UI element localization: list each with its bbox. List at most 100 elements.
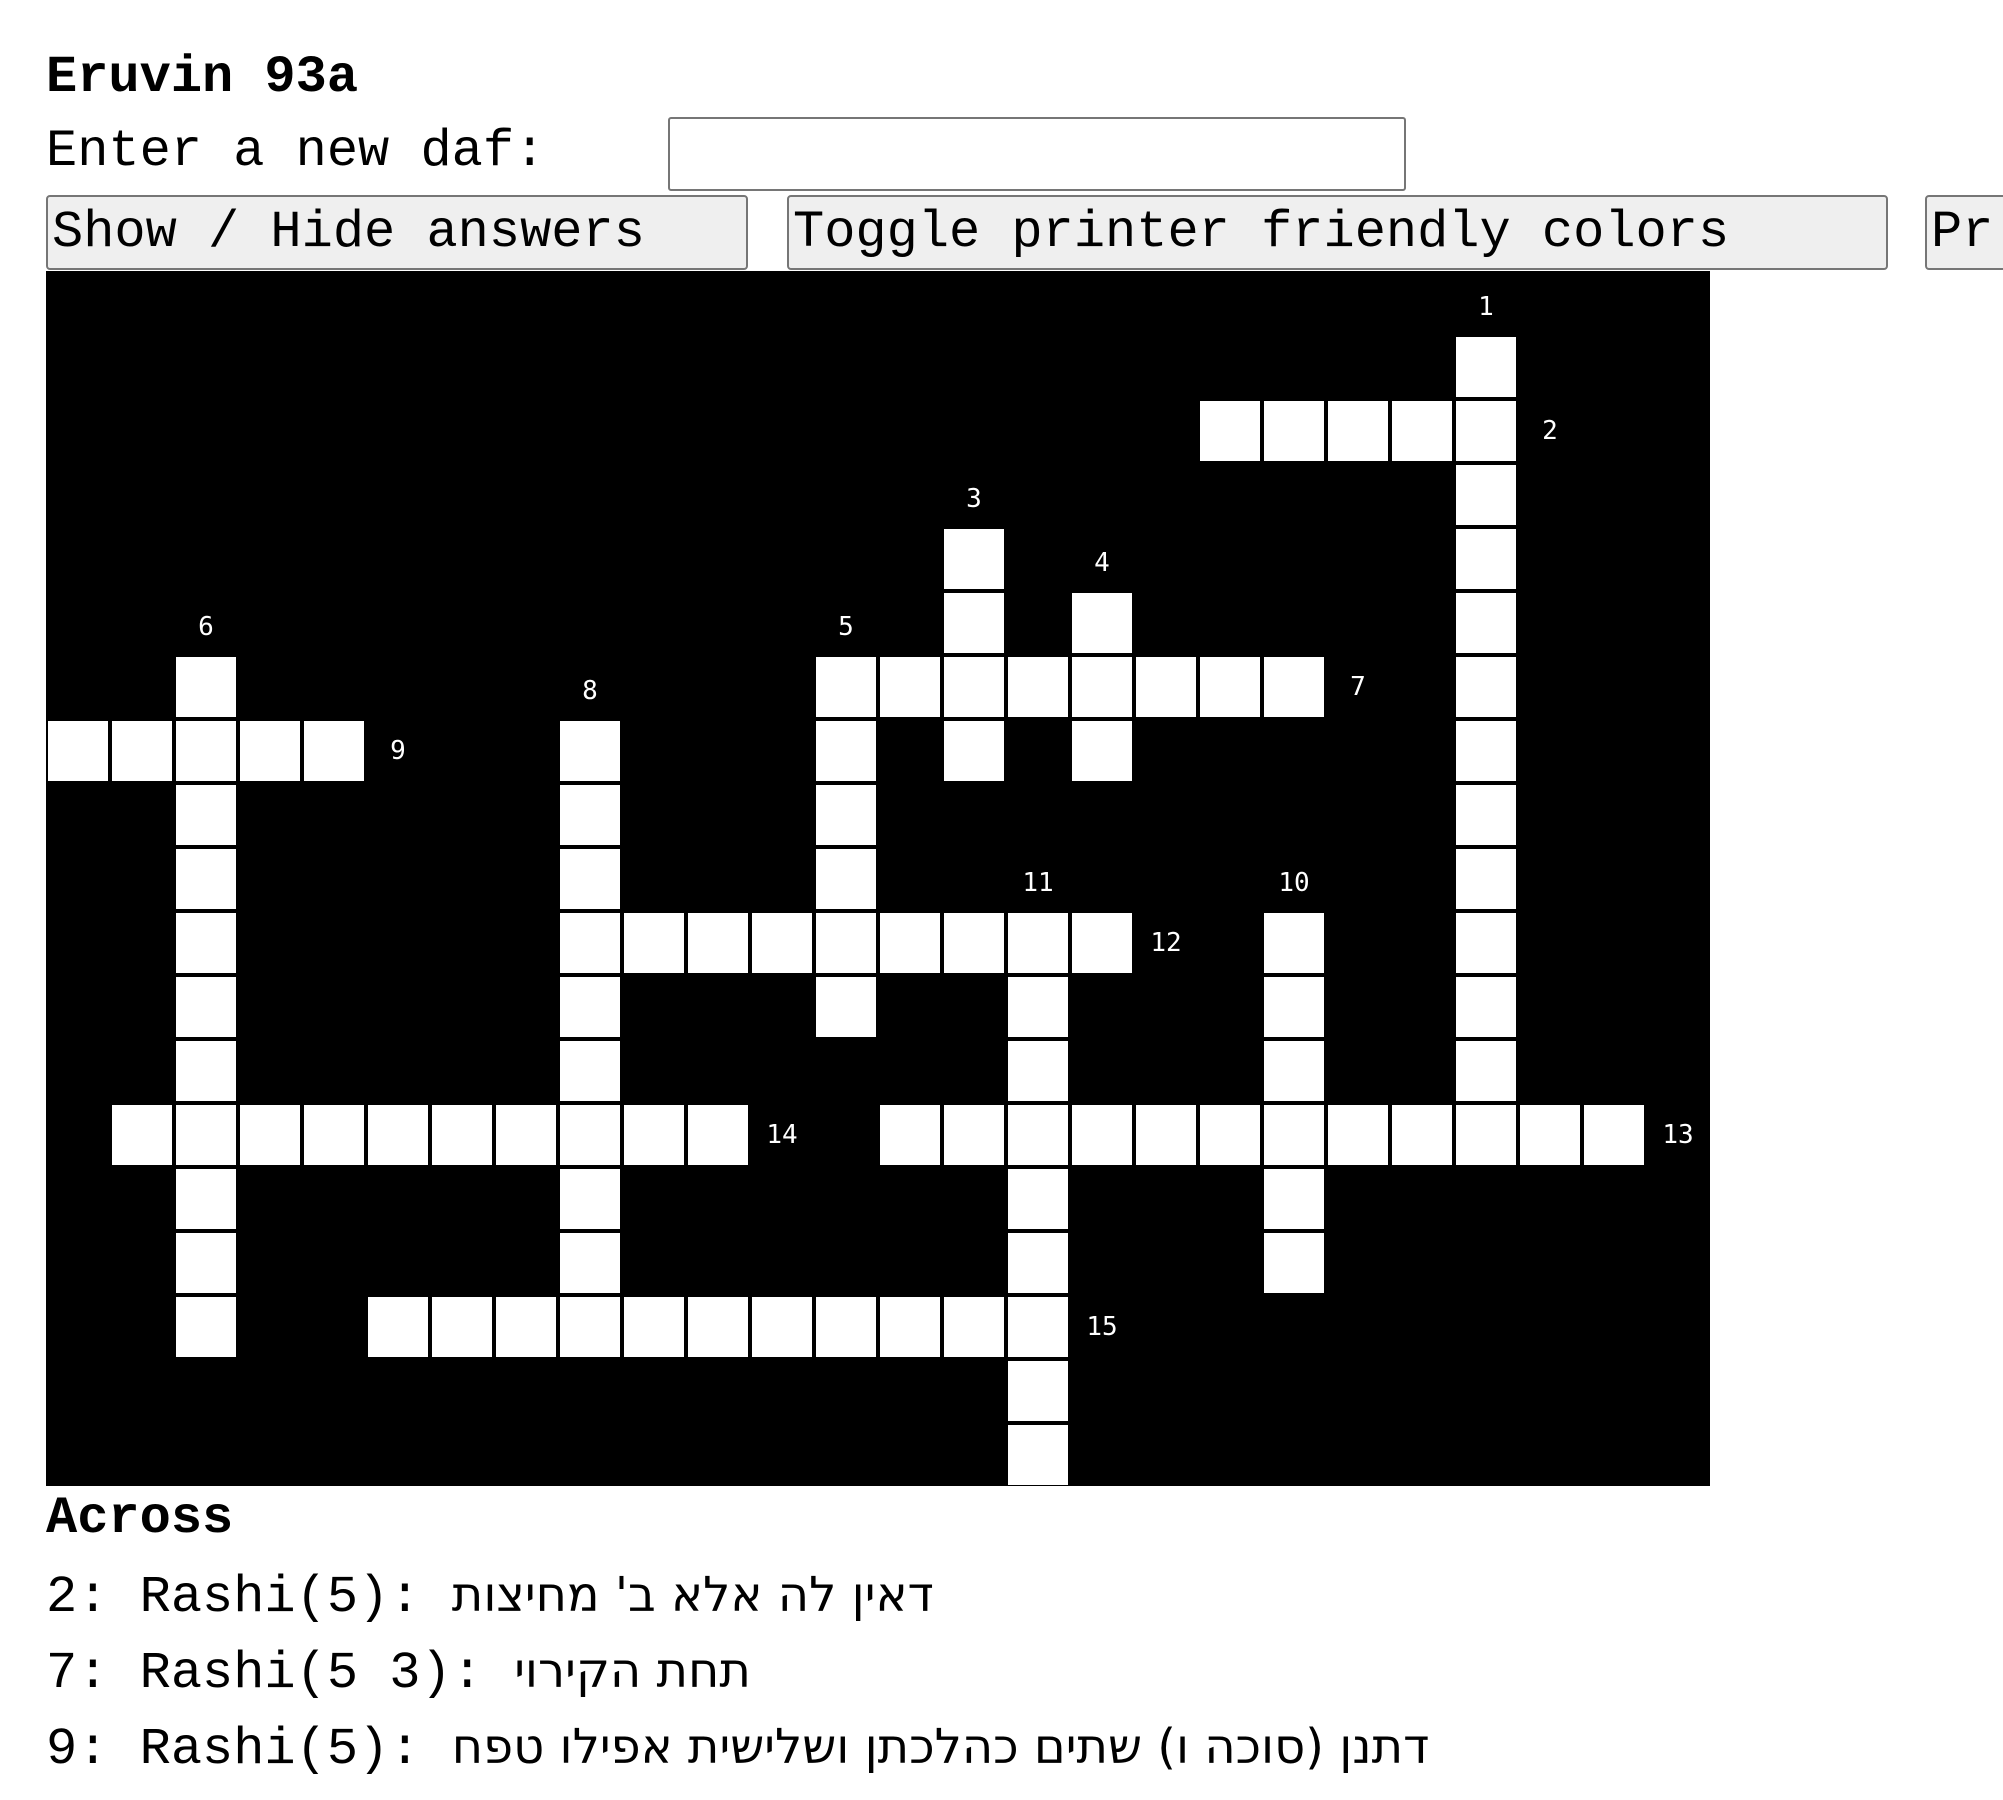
crossword-cell[interactable] [1456, 337, 1516, 397]
crossword-cell[interactable] [880, 1297, 940, 1357]
crossword-cell[interactable] [1264, 1233, 1324, 1293]
crossword-cell[interactable] [1456, 977, 1516, 1037]
crossword-cell[interactable] [432, 1105, 492, 1165]
crossword-cell[interactable] [1456, 529, 1516, 589]
crossword-cell[interactable] [944, 913, 1004, 973]
show-hide-answers-button[interactable]: Show / Hide answers [46, 195, 748, 270]
crossword-cell[interactable] [560, 913, 620, 973]
crossword-cell[interactable] [688, 913, 748, 973]
toggle-printer-colors-button[interactable]: Toggle printer friendly colors [787, 195, 1888, 270]
crossword-cell[interactable] [944, 721, 1004, 781]
crossword-cell[interactable] [1200, 1105, 1260, 1165]
crossword-cell[interactable] [1008, 913, 1068, 973]
crossword-cell[interactable] [944, 657, 1004, 717]
crossword-cell[interactable] [1328, 1105, 1388, 1165]
crossword-cell[interactable] [176, 977, 236, 1037]
daf-input[interactable] [668, 117, 1406, 191]
crossword-cell[interactable] [1264, 1105, 1324, 1165]
crossword-cell[interactable] [1456, 593, 1516, 653]
crossword-cell[interactable] [944, 529, 1004, 589]
crossword-cell[interactable] [560, 721, 620, 781]
crossword-cell[interactable] [1008, 657, 1068, 717]
crossword-cell[interactable] [368, 1297, 428, 1357]
crossword-cell[interactable] [624, 1105, 684, 1165]
crossword-cell[interactable] [1136, 1105, 1196, 1165]
crossword-cell[interactable] [48, 721, 108, 781]
crossword-cell[interactable] [176, 1233, 236, 1293]
crossword-cell[interactable] [1072, 1105, 1132, 1165]
crossword-cell[interactable] [944, 1297, 1004, 1357]
crossword-cell[interactable] [560, 1297, 620, 1357]
crossword-cell[interactable] [1008, 1233, 1068, 1293]
crossword-cell[interactable] [1456, 465, 1516, 525]
crossword-cell[interactable] [1008, 1041, 1068, 1101]
crossword-cell[interactable] [176, 657, 236, 717]
crossword-cell[interactable] [1456, 785, 1516, 845]
crossword-cell[interactable] [368, 1105, 428, 1165]
crossword-cell[interactable] [1456, 1041, 1516, 1101]
crossword-cell[interactable] [1584, 1105, 1644, 1165]
crossword-cell[interactable] [176, 1297, 236, 1357]
crossword-cell[interactable] [1200, 401, 1260, 461]
crossword-cell[interactable] [624, 1297, 684, 1357]
crossword-cell[interactable] [880, 657, 940, 717]
crossword-cell[interactable] [1136, 657, 1196, 717]
crossword-cell[interactable] [1456, 721, 1516, 781]
crossword-cell[interactable] [1264, 977, 1324, 1037]
crossword-cell[interactable] [1456, 913, 1516, 973]
crossword-cell[interactable] [1072, 913, 1132, 973]
crossword-cell[interactable] [816, 785, 876, 845]
crossword-cell[interactable] [688, 1297, 748, 1357]
crossword-cell[interactable] [816, 913, 876, 973]
crossword-cell[interactable] [816, 657, 876, 717]
crossword-cell[interactable] [752, 1297, 812, 1357]
crossword-cell[interactable] [1456, 849, 1516, 909]
crossword-cell[interactable] [1264, 913, 1324, 973]
crossword-cell[interactable] [1008, 1361, 1068, 1421]
crossword-cell[interactable] [1456, 1105, 1516, 1165]
crossword-cell[interactable] [1008, 1169, 1068, 1229]
crossword-cell[interactable] [560, 1233, 620, 1293]
crossword-cell[interactable] [112, 1105, 172, 1165]
crossword-cell[interactable] [880, 1105, 940, 1165]
crossword-cell[interactable] [816, 721, 876, 781]
crossword-cell[interactable] [1072, 593, 1132, 653]
crossword-cell[interactable] [112, 721, 172, 781]
crossword-cell[interactable] [176, 1105, 236, 1165]
crossword-cell[interactable] [688, 1105, 748, 1165]
crossword-cell[interactable] [176, 913, 236, 973]
crossword-cell[interactable] [560, 1041, 620, 1101]
print-button[interactable]: Pr [1925, 195, 2003, 270]
crossword-cell[interactable] [1264, 1169, 1324, 1229]
crossword-cell[interactable] [1456, 657, 1516, 717]
crossword-cell[interactable] [176, 785, 236, 845]
crossword-cell[interactable] [560, 785, 620, 845]
crossword-cell[interactable] [240, 1105, 300, 1165]
crossword-cell[interactable] [176, 1169, 236, 1229]
crossword-cell[interactable] [1520, 1105, 1580, 1165]
crossword-cell[interactable] [1008, 1297, 1068, 1357]
crossword-cell[interactable] [1328, 401, 1388, 461]
crossword-cell[interactable] [1200, 657, 1260, 717]
crossword-cell[interactable] [176, 849, 236, 909]
crossword-cell[interactable] [432, 1297, 492, 1357]
crossword-cell[interactable] [496, 1105, 556, 1165]
crossword-cell[interactable] [1392, 1105, 1452, 1165]
crossword-cell[interactable] [1008, 1425, 1068, 1485]
crossword-cell[interactable] [624, 913, 684, 973]
crossword-cell[interactable] [1264, 401, 1324, 461]
crossword-cell[interactable] [1072, 657, 1132, 717]
crossword-cell[interactable] [880, 913, 940, 973]
crossword-cell[interactable] [304, 721, 364, 781]
crossword-cell[interactable] [560, 977, 620, 1037]
crossword-cell[interactable] [816, 1297, 876, 1357]
crossword-cell[interactable] [560, 1105, 620, 1165]
crossword-cell[interactable] [944, 593, 1004, 653]
crossword-cell[interactable] [1264, 1041, 1324, 1101]
crossword-cell[interactable] [1392, 401, 1452, 461]
crossword-cell[interactable] [496, 1297, 556, 1357]
crossword-cell[interactable] [1264, 657, 1324, 717]
crossword-cell[interactable] [816, 977, 876, 1037]
crossword-cell[interactable] [304, 1105, 364, 1165]
crossword-cell[interactable] [560, 849, 620, 909]
